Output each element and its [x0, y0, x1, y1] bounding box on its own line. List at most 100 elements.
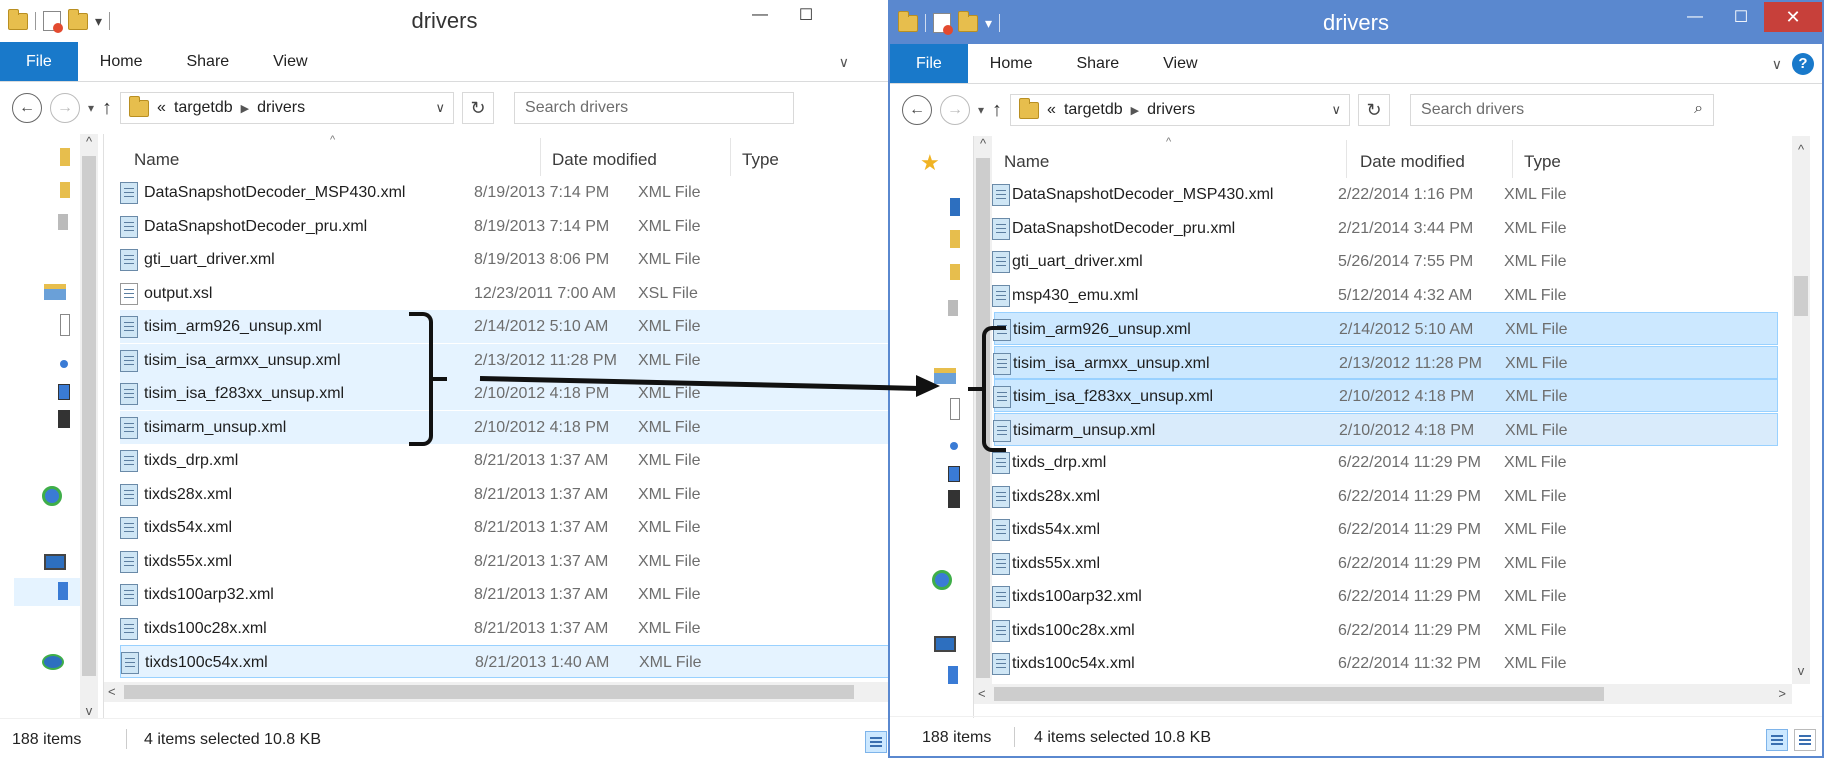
- file-row[interactable]: gti_uart_driver.xml 8/19/2013 8:06 PM XML …: [120, 243, 889, 276]
- search-icon[interactable]: ⌕: [1694, 100, 1703, 118]
- chevron-right-icon[interactable]: ▶: [1131, 104, 1139, 117]
- back-icon[interactable]: ←: [12, 93, 42, 123]
- drive-icon[interactable]: [58, 582, 68, 600]
- drive-icon[interactable]: [948, 666, 958, 684]
- address-bar[interactable]: « targetdb ▶ drivers ∨: [1010, 94, 1351, 126]
- nav-scrollbar[interactable]: ^ v: [80, 134, 98, 718]
- chevron-down-icon[interactable]: v: [80, 703, 98, 718]
- file-row[interactable]: DataSnapshotDecoder_MSP430.xml 2/22/2014 …: [992, 178, 1778, 211]
- help-icon[interactable]: ?: [1792, 53, 1814, 75]
- videos-icon[interactable]: [58, 410, 70, 428]
- column-type[interactable]: Type: [1524, 152, 1561, 172]
- horizontal-scrollbar[interactable]: <: [104, 682, 889, 702]
- file-row[interactable]: tixds100c54x.xml 6/22/2014 11:32 PM XML Fi…: [992, 647, 1778, 680]
- large-icons-view-icon[interactable]: [1794, 729, 1816, 751]
- chevron-up-icon[interactable]: ^: [80, 134, 98, 149]
- up-icon[interactable]: ↑: [992, 99, 1002, 122]
- column-name[interactable]: Name: [1004, 152, 1049, 172]
- file-row[interactable]: tixds28x.xml 6/22/2014 11:29 PM XML File: [992, 480, 1778, 513]
- breadcrumb-overflow[interactable]: «: [157, 99, 166, 117]
- folder-icon[interactable]: [950, 264, 960, 280]
- file-row[interactable]: tixds55x.xml 6/22/2014 11:29 PM XML File: [992, 547, 1778, 580]
- column-type[interactable]: Type: [742, 150, 779, 170]
- title-bar[interactable]: ▾ drivers ― ☐ ✕: [890, 2, 1822, 44]
- tab-share[interactable]: Share: [164, 42, 251, 81]
- pictures-icon[interactable]: [948, 466, 960, 482]
- breadcrumb-targetdb[interactable]: targetdb: [1064, 101, 1123, 119]
- forward-icon[interactable]: →: [940, 95, 970, 125]
- tab-home[interactable]: Home: [78, 42, 165, 81]
- file-row[interactable]: msp430_emu.xml 5/12/2014 4:32 AM XML File: [992, 279, 1778, 312]
- address-history-dropdown-icon[interactable]: ∨: [436, 100, 446, 116]
- expand-ribbon-icon[interactable]: ∨: [839, 54, 849, 71]
- scroll-thumb[interactable]: [1794, 276, 1808, 316]
- file-row[interactable]: output.xsl 12/23/2011 7:00 AM XSL File: [120, 277, 889, 310]
- up-icon[interactable]: ↑: [102, 97, 112, 120]
- folder-icon[interactable]: [60, 148, 70, 166]
- new-folder-icon[interactable]: [958, 10, 978, 32]
- refresh-icon[interactable]: ↻: [462, 92, 495, 124]
- microphone-icon[interactable]: [948, 300, 958, 316]
- breadcrumb-targetdb[interactable]: targetdb: [174, 99, 233, 117]
- breadcrumb-overflow[interactable]: «: [1047, 101, 1056, 119]
- properties-icon[interactable]: [43, 11, 63, 33]
- new-folder-icon[interactable]: [68, 8, 88, 30]
- tab-file[interactable]: File: [890, 44, 968, 83]
- close-button[interactable]: ✕: [1764, 2, 1822, 32]
- music-icon[interactable]: [950, 442, 958, 450]
- network-icon[interactable]: [42, 654, 64, 670]
- file-row[interactable]: tixds100c54x.xml 8/21/2013 1:40 AM XML Fil…: [120, 645, 889, 678]
- pictures-icon[interactable]: [58, 384, 70, 400]
- tab-view[interactable]: View: [1141, 44, 1219, 83]
- file-row[interactable]: tixds_drp.xml 8/21/2013 1:37 AM XML File: [120, 444, 889, 477]
- microphone-icon[interactable]: [58, 214, 68, 230]
- folder-icon[interactable]: [60, 182, 70, 198]
- tab-share[interactable]: Share: [1054, 44, 1141, 83]
- folder-icon[interactable]: [950, 230, 960, 248]
- scroll-thumb[interactable]: [994, 687, 1604, 701]
- maximize-button[interactable]: ☐: [783, 0, 829, 30]
- properties-icon[interactable]: [933, 13, 953, 35]
- homegroup-icon[interactable]: [42, 486, 62, 506]
- details-view-icon[interactable]: [1766, 729, 1788, 751]
- file-row[interactable]: tisim_isa_f283xx_unsup.xml 2/10/2012 4:18…: [993, 379, 1778, 412]
- breadcrumb-drivers[interactable]: drivers: [257, 99, 305, 117]
- file-row[interactable]: tixds54x.xml 6/22/2014 11:29 PM XML File: [992, 513, 1778, 546]
- document-icon[interactable]: [950, 398, 960, 420]
- file-row[interactable]: tisim_arm926_unsup.xml 2/14/2012 5:10 AM X…: [993, 312, 1778, 345]
- expand-ribbon-icon[interactable]: ∨: [1772, 56, 1782, 73]
- chevron-up-icon[interactable]: ^: [1792, 142, 1810, 157]
- chevron-up-icon[interactable]: ^: [974, 136, 992, 151]
- file-row[interactable]: DataSnapshotDecoder_pru.xml 2/21/2014 3:4…: [992, 212, 1778, 245]
- star-icon[interactable]: ★: [920, 150, 940, 176]
- scroll-thumb[interactable]: [82, 156, 96, 676]
- tab-file[interactable]: File: [0, 42, 78, 81]
- file-row[interactable]: tisim_isa_armxx_unsup.xml 2/13/2012 11:28…: [993, 345, 1778, 379]
- file-row[interactable]: gti_uart_driver.xml 5/26/2014 7:55 PM XML …: [992, 245, 1778, 278]
- file-row[interactable]: tixds55x.xml 8/21/2013 1:37 AM XML File: [120, 545, 889, 578]
- music-icon[interactable]: [60, 360, 68, 368]
- chevron-right-icon[interactable]: ▶: [241, 102, 249, 115]
- minimize-button[interactable]: ―: [737, 0, 783, 30]
- customize-toolbar-dropdown-icon[interactable]: ▾: [985, 15, 992, 32]
- breadcrumb-drivers[interactable]: drivers: [1147, 101, 1195, 119]
- file-row[interactable]: tixds100c28x.xml 6/22/2014 11:29 PM XML Fi…: [992, 614, 1778, 647]
- forward-icon[interactable]: →: [50, 93, 80, 123]
- minimize-button[interactable]: ―: [1672, 2, 1718, 32]
- chevron-left-icon[interactable]: <: [108, 684, 116, 699]
- details-view-icon[interactable]: [865, 731, 887, 753]
- tab-view[interactable]: View: [251, 42, 329, 81]
- horizontal-scrollbar[interactable]: < >: [974, 684, 1792, 704]
- videos-icon[interactable]: [948, 490, 960, 508]
- file-row[interactable]: tisim_isa_armxx_unsup.xml 2/13/2012 11:28…: [120, 343, 889, 377]
- file-row[interactable]: tisim_arm926_unsup.xml 2/14/2012 5:10 AM X…: [120, 310, 889, 343]
- recent-locations-icon[interactable]: ▾: [88, 101, 94, 115]
- file-row[interactable]: tixds_drp.xml 6/22/2014 11:29 PM XML File: [992, 446, 1778, 479]
- file-row[interactable]: tisimarm_unsup.xml 2/10/2012 4:18 PM XML F…: [120, 410, 889, 444]
- search-input[interactable]: Search drivers: [514, 92, 795, 124]
- file-row[interactable]: tixds100arp32.xml 6/22/2014 11:29 PM XML F…: [992, 580, 1778, 613]
- chevron-down-icon[interactable]: v: [1792, 663, 1810, 678]
- chevron-right-icon[interactable]: >: [1778, 686, 1786, 701]
- navigation-pane[interactable]: ^ v: [0, 134, 104, 718]
- recent-locations-icon[interactable]: ▾: [978, 103, 984, 117]
